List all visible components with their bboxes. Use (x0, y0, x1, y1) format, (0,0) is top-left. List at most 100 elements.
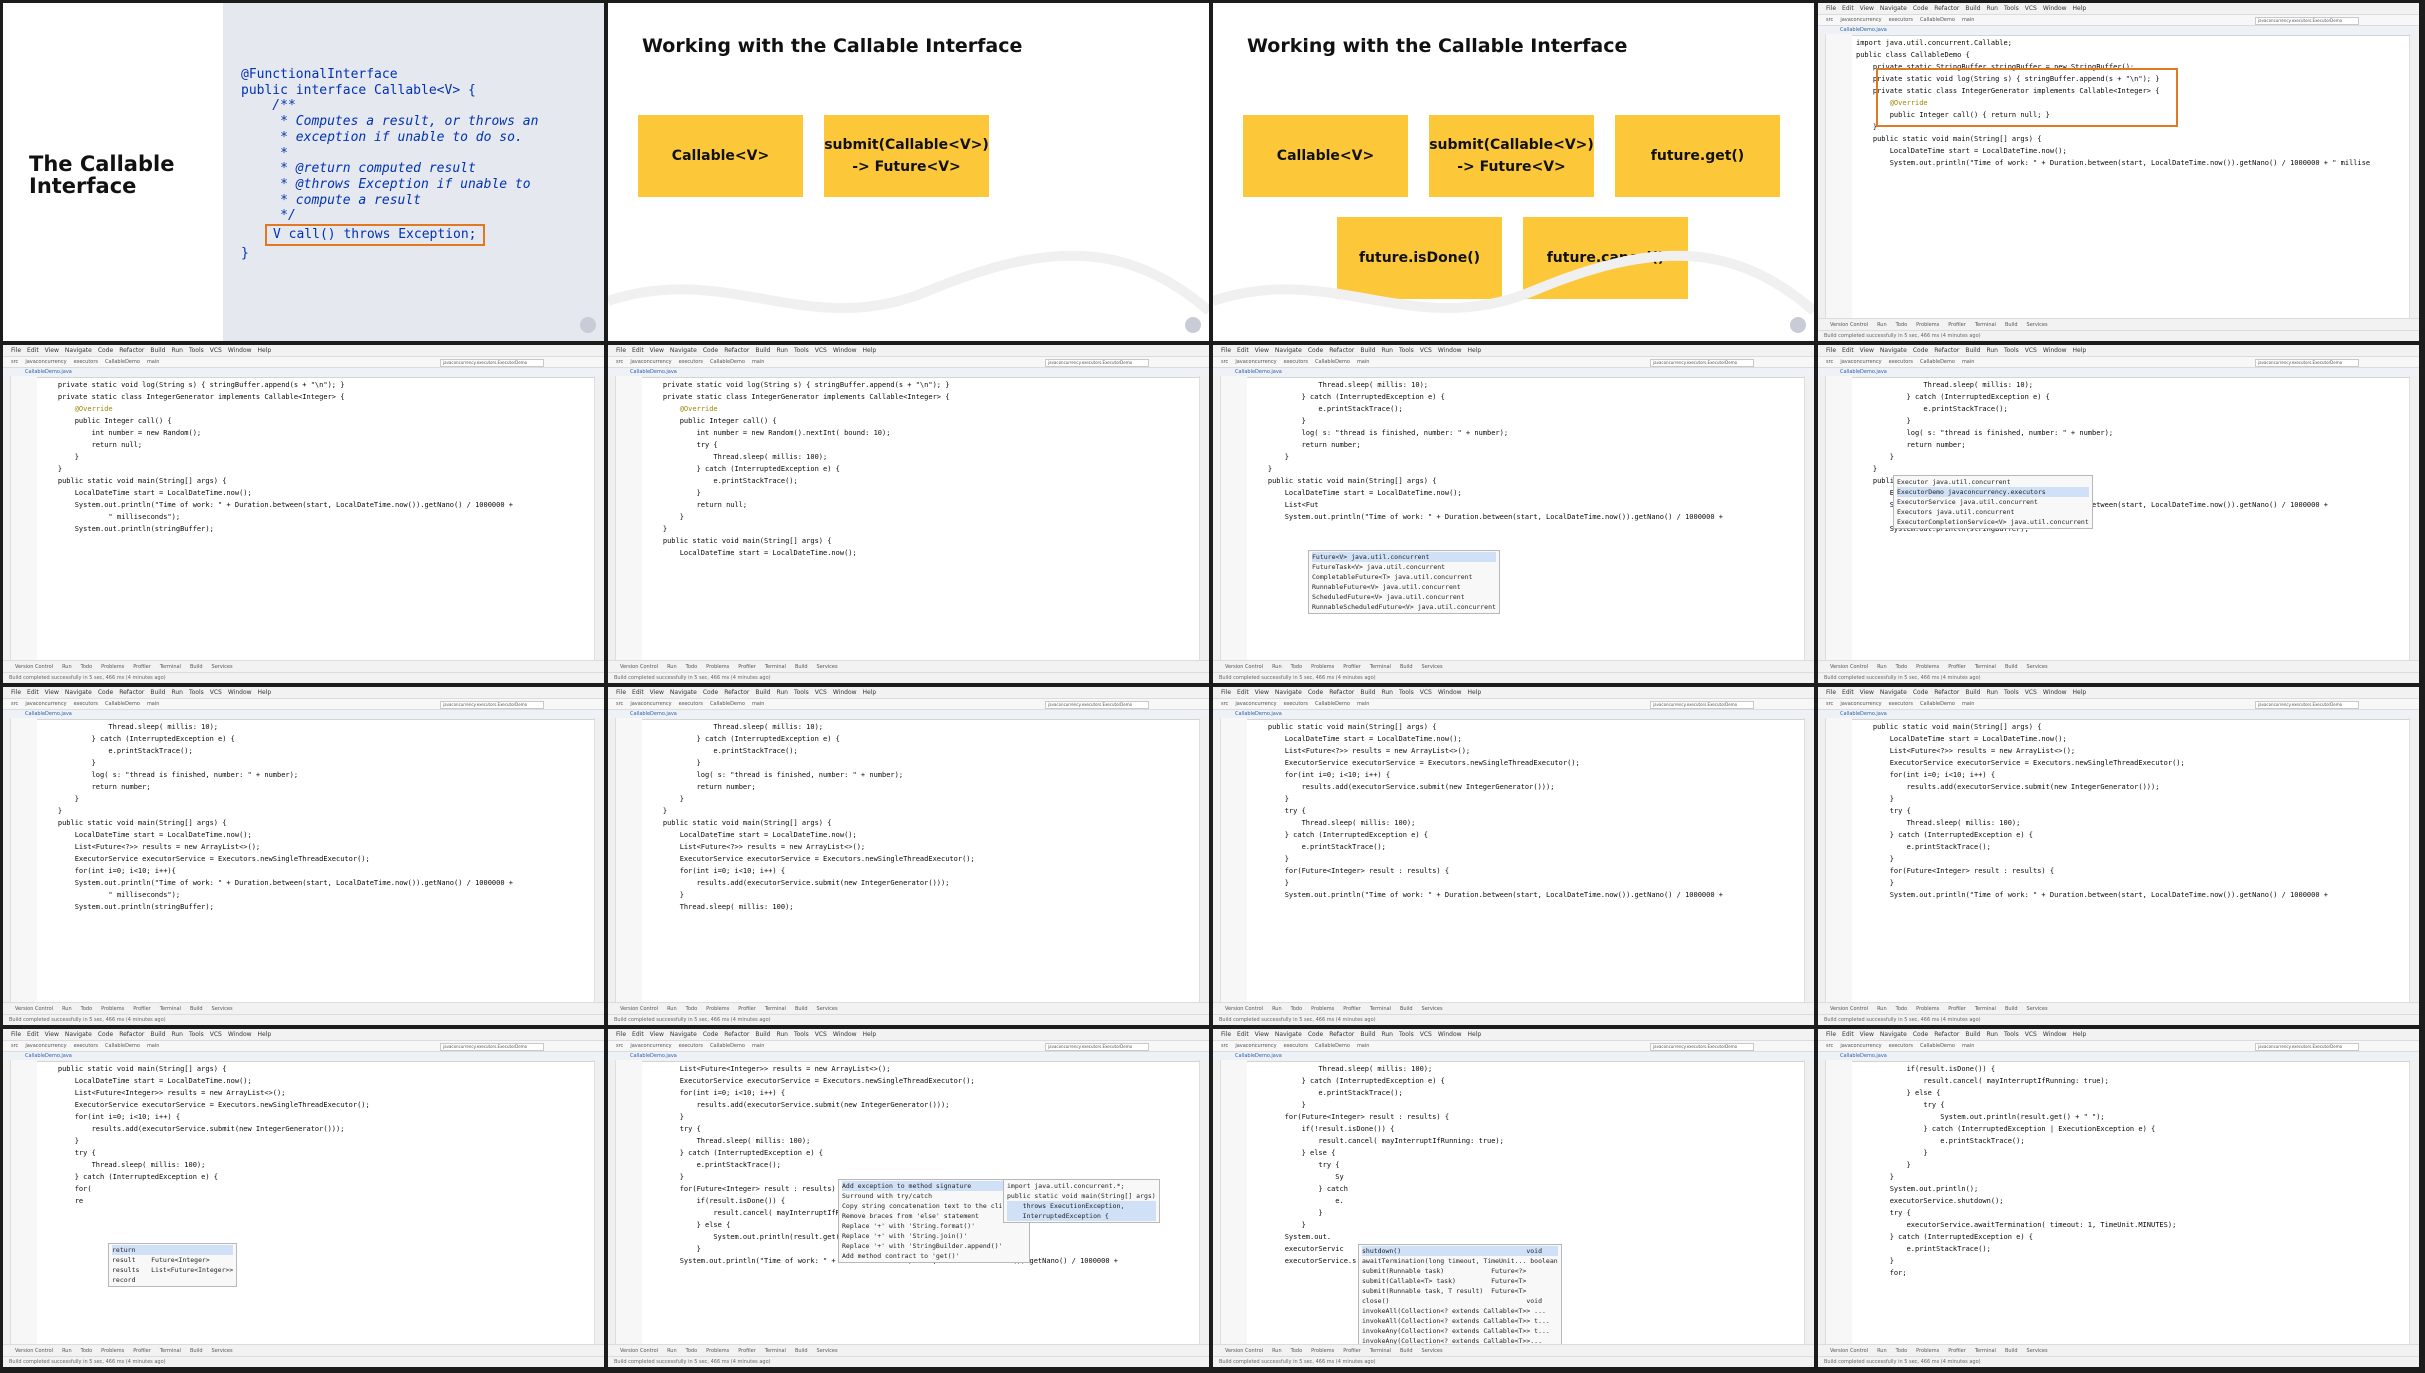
tool-window-button[interactable]: Version Control (15, 1006, 53, 1012)
menu-item-refactor[interactable]: Refactor (119, 1031, 144, 1038)
menu-item-vcs[interactable]: VCS (815, 689, 827, 696)
menu-item-build[interactable]: Build (755, 689, 770, 696)
tool-window-button[interactable]: Problems (1311, 1006, 1334, 1012)
tool-window-button[interactable]: Build (2005, 1348, 2018, 1354)
breadcrumb-item[interactable]: main (752, 359, 765, 365)
menu-item-run[interactable]: Run (776, 347, 788, 354)
tool-window-button[interactable]: Terminal (765, 1348, 786, 1354)
completion-item[interactable]: RunnableFuture<V> java.util.concurrent (1312, 582, 1496, 592)
tool-window-button[interactable]: Services (2027, 664, 2048, 670)
menu-item-navigate[interactable]: Navigate (65, 347, 92, 354)
code-editor[interactable]: public static void main(String[] args) {… (1251, 721, 1802, 1001)
breadcrumb-item[interactable]: CallableDemo (1920, 17, 1955, 23)
editor-tab[interactable]: CallableDemo.java (1213, 1052, 1814, 1062)
breadcrumb-item[interactable]: CallableDemo (1315, 1043, 1350, 1049)
menu-item-navigate[interactable]: Navigate (670, 1031, 697, 1038)
tool-window-button[interactable]: Profiler (738, 1348, 756, 1354)
tool-window-button[interactable]: Services (817, 664, 838, 670)
run-config-select[interactable]: javaconcurrency.executors.ExecutorDemo (1045, 359, 1149, 367)
menu-item-edit[interactable]: Edit (27, 347, 39, 354)
menu-item-refactor[interactable]: Refactor (1329, 689, 1354, 696)
menu-item-build[interactable]: Build (755, 347, 770, 354)
menu-item-help[interactable]: Help (863, 347, 877, 354)
run-config-select[interactable]: javaconcurrency.executors.ExecutorDemo (2255, 359, 2359, 367)
tool-window-button[interactable]: Problems (101, 664, 124, 670)
menu-item-tools[interactable]: Tools (794, 1031, 809, 1038)
menu-item-vcs[interactable]: VCS (210, 1031, 222, 1038)
completion-popup[interactable]: Executor java.util.concurrent ExecutorDem… (1893, 475, 2093, 529)
menu-item-view[interactable]: View (1860, 689, 1874, 696)
menu-item-file[interactable]: File (1221, 347, 1231, 354)
code-editor[interactable]: public static void main(String[] args) {… (1856, 721, 2407, 1001)
tool-window-button[interactable]: Profiler (738, 1006, 756, 1012)
menu-item-vcs[interactable]: VCS (1420, 689, 1432, 696)
editor-tab[interactable]: CallableDemo.java (1213, 710, 1814, 720)
completion-item[interactable]: submit(Runnable task, T result) Future<T… (1362, 1286, 1558, 1296)
breadcrumb-item[interactable]: javaconcurrency (630, 359, 671, 365)
editor-tab[interactable]: CallableDemo.java (1818, 1052, 2419, 1062)
menu-item-vcs[interactable]: VCS (1420, 347, 1432, 354)
menu-item-refactor[interactable]: Refactor (119, 689, 144, 696)
menu-item-window[interactable]: Window (2043, 1031, 2067, 1038)
run-config-select[interactable]: javaconcurrency.executors.ExecutorDemo (1045, 701, 1149, 709)
tool-window-button[interactable]: Terminal (160, 1006, 181, 1012)
breadcrumb-item[interactable]: executors (1284, 701, 1308, 707)
menu-item-view[interactable]: View (1860, 347, 1874, 354)
completion-item[interactable]: Add method contract to 'get()' (842, 1251, 1026, 1261)
breadcrumb-item[interactable]: javaconcurrency (1235, 359, 1276, 365)
breadcrumb-item[interactable]: main (1962, 701, 1975, 707)
breadcrumb-item[interactable]: executors (74, 701, 98, 707)
menu-item-window[interactable]: Window (833, 347, 857, 354)
menu-item-navigate[interactable]: Navigate (1880, 1031, 1907, 1038)
completion-item[interactable]: Future<V> java.util.concurrent (1312, 552, 1496, 562)
completion-item[interactable]: invokeAny(Collection<? extends Callable<… (1362, 1326, 1558, 1336)
menu-item-build[interactable]: Build (1360, 1031, 1375, 1038)
breadcrumb-item[interactable]: executors (679, 701, 703, 707)
menu-item-help[interactable]: Help (2073, 5, 2087, 12)
completion-item[interactable]: invokeAll(Collection<? extends Callable<… (1362, 1306, 1558, 1316)
menu-item-run[interactable]: Run (1986, 1031, 1998, 1038)
completion-item[interactable]: record (112, 1275, 233, 1285)
menu-item-help[interactable]: Help (2073, 689, 2087, 696)
run-config-select[interactable]: javaconcurrency.executors.ExecutorDemo (440, 1043, 544, 1051)
breadcrumb-item[interactable]: CallableDemo (1315, 701, 1350, 707)
menu-item-build[interactable]: Build (150, 1031, 165, 1038)
menu-item-build[interactable]: Build (150, 689, 165, 696)
menu-item-refactor[interactable]: Refactor (724, 689, 749, 696)
completion-item[interactable]: Executor java.util.concurrent (1897, 477, 2089, 487)
tool-window-button[interactable]: Terminal (160, 1348, 181, 1354)
code-editor[interactable]: if(result.isDone()) { result.cancel( may… (1856, 1063, 2407, 1343)
breadcrumb-item[interactable]: executors (1889, 359, 1913, 365)
menu-item-window[interactable]: Window (1438, 1031, 1462, 1038)
completion-item[interactable]: result Future<Integer> (112, 1255, 233, 1265)
tool-window-button[interactable]: Todo (1896, 1348, 1908, 1354)
tool-window-button[interactable]: Todo (81, 1348, 93, 1354)
menu-item-file[interactable]: File (1826, 5, 1836, 12)
menu-item-code[interactable]: Code (98, 347, 113, 354)
menu-item-view[interactable]: View (45, 689, 59, 696)
menu-item-navigate[interactable]: Navigate (670, 347, 697, 354)
completion-item[interactable]: Replace '+' with 'StringBuilder.append()… (842, 1241, 1026, 1251)
menu-item-tools[interactable]: Tools (2004, 5, 2019, 12)
breadcrumb-item[interactable]: javaconcurrency (1840, 701, 1881, 707)
menu-item-navigate[interactable]: Navigate (65, 689, 92, 696)
tool-window-button[interactable]: Terminal (1975, 322, 1996, 328)
breadcrumb-item[interactable]: executors (74, 359, 98, 365)
completion-popup[interactable]: return result Future<Integer> results List… (108, 1243, 238, 1287)
tool-window-button[interactable]: Profiler (133, 1348, 151, 1354)
menu-item-tools[interactable]: Tools (2004, 347, 2019, 354)
tool-window-button[interactable]: Run (62, 1348, 72, 1354)
menu-item-vcs[interactable]: VCS (210, 689, 222, 696)
breadcrumb-item[interactable]: javaconcurrency (1840, 17, 1881, 23)
completion-item[interactable]: RunnableScheduledFuture<V> java.util.con… (1312, 602, 1496, 612)
tool-window-button[interactable]: Terminal (1975, 1006, 1996, 1012)
tool-window-button[interactable]: Problems (1916, 1006, 1939, 1012)
menu-item-file[interactable]: File (616, 347, 626, 354)
tool-window-button[interactable]: Services (1422, 1348, 1443, 1354)
tool-window-button[interactable]: Todo (686, 664, 698, 670)
menu-item-window[interactable]: Window (2043, 5, 2067, 12)
breadcrumb-item[interactable]: main (1962, 17, 1975, 23)
menu-item-refactor[interactable]: Refactor (119, 347, 144, 354)
menu-item-run[interactable]: Run (1986, 5, 1998, 12)
tool-window-button[interactable]: Terminal (765, 664, 786, 670)
